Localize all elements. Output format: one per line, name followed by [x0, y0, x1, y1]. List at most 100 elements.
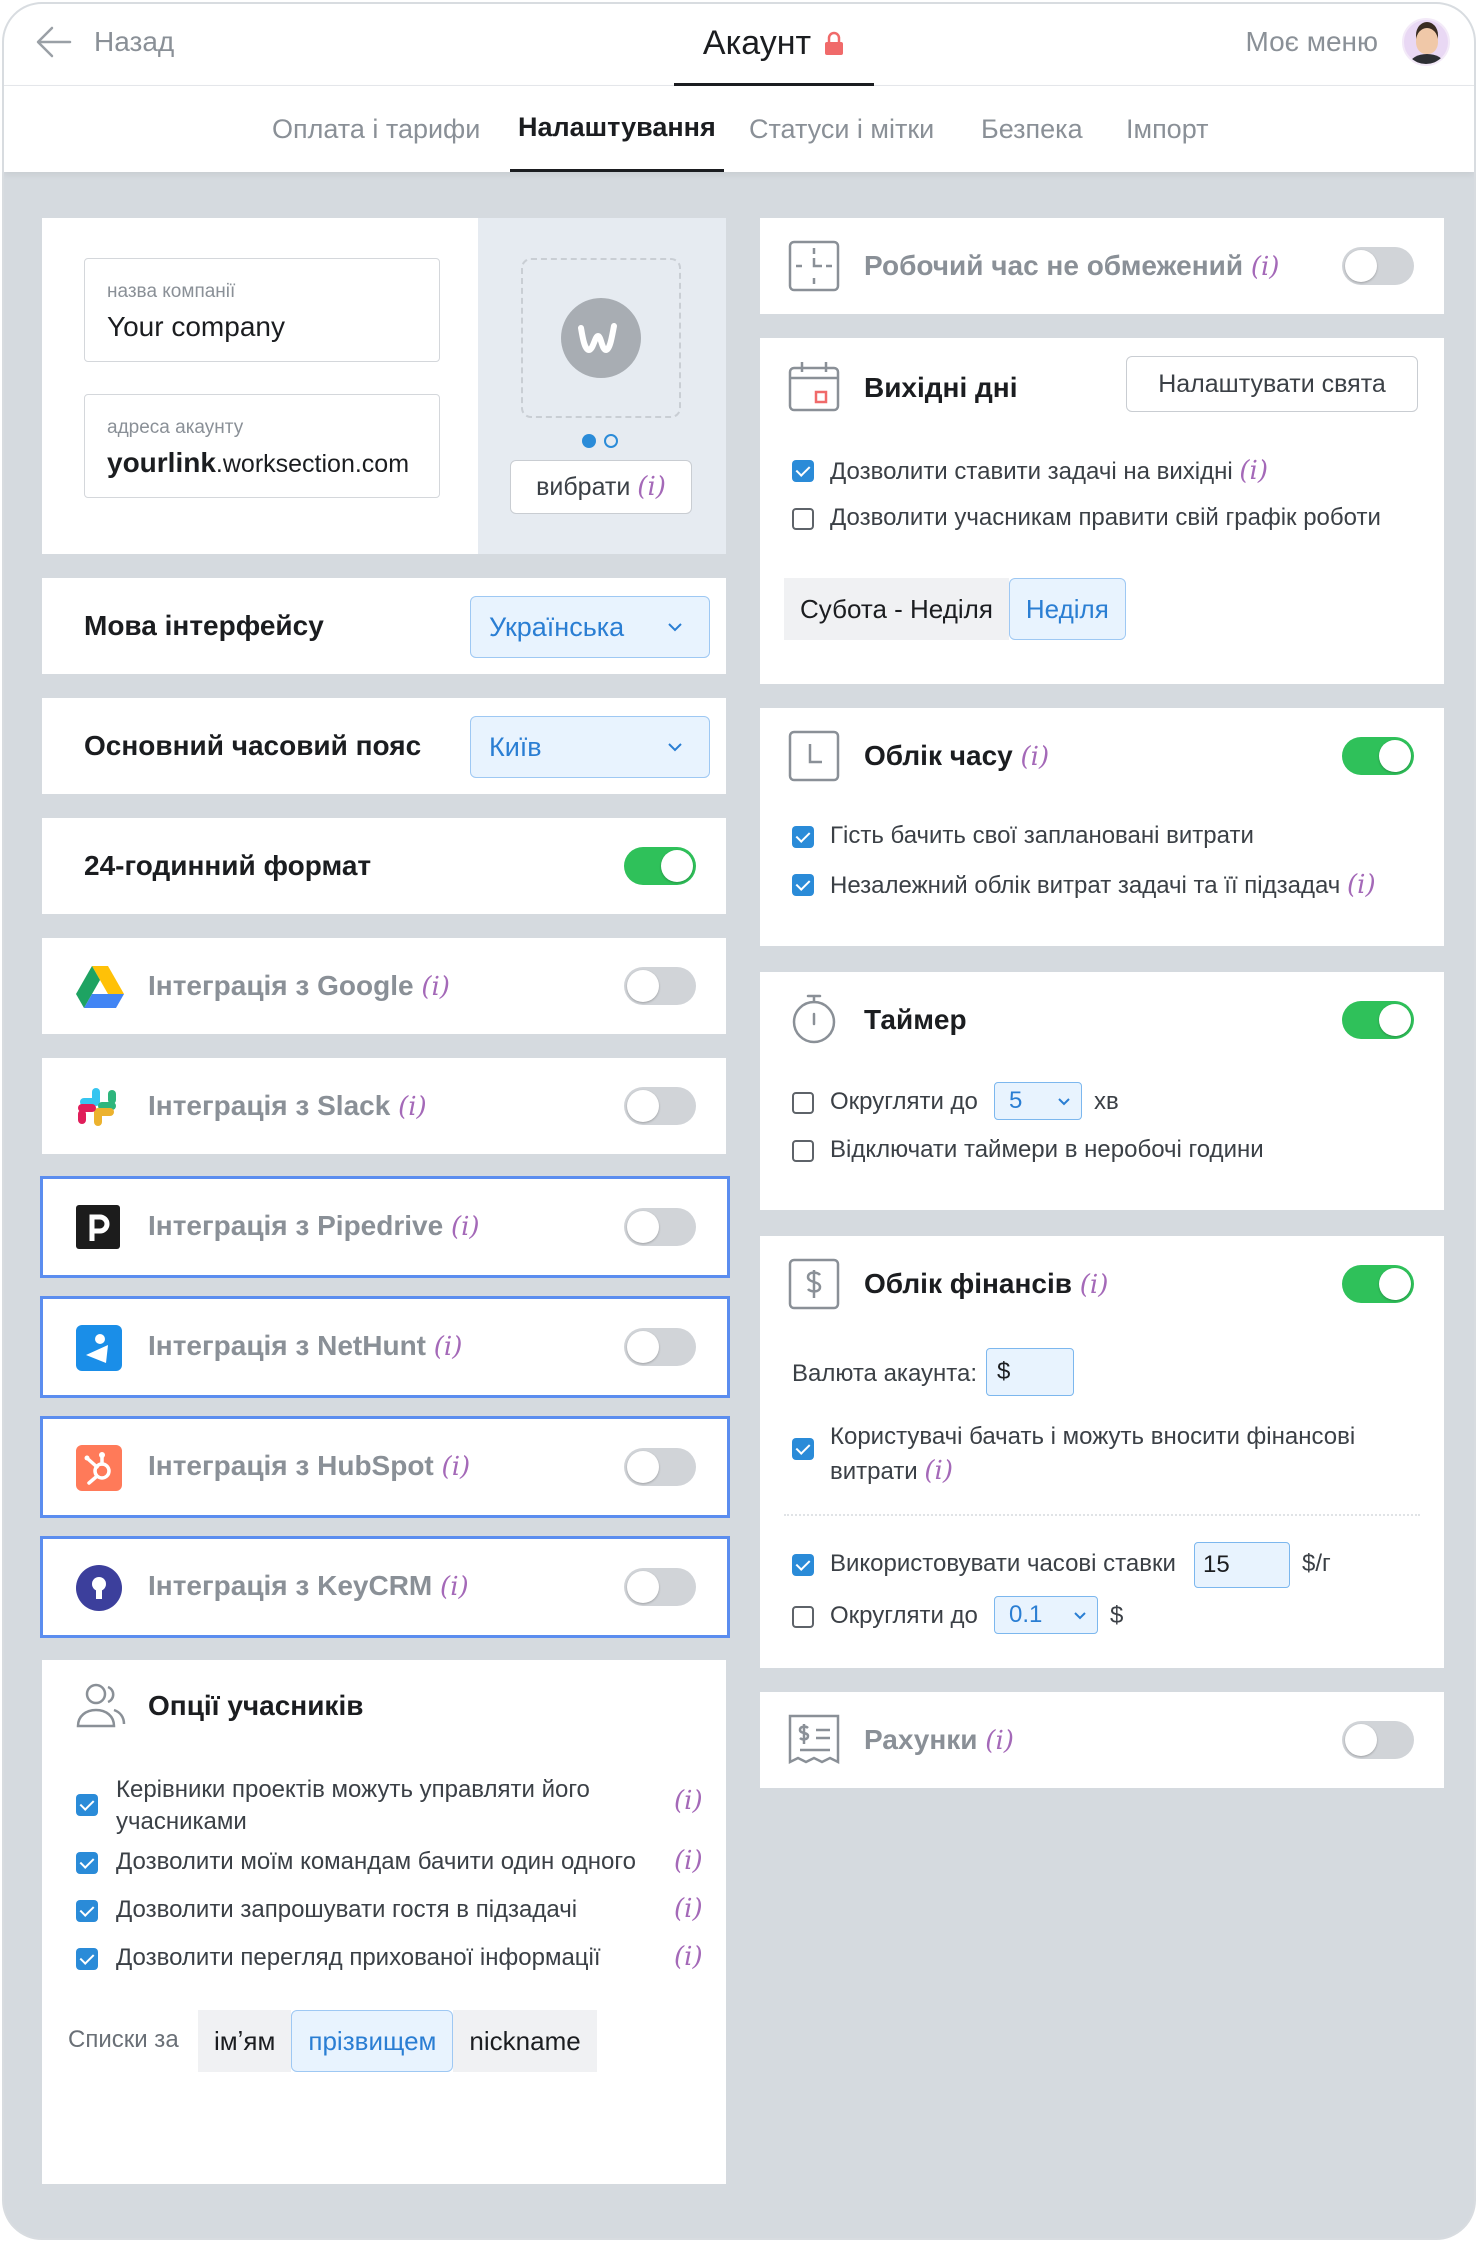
currency-input[interactable]: $ [986, 1348, 1074, 1396]
language-card: Мова інтерфейсу Українська [42, 578, 726, 674]
integration-label: Інтеграція з Slack (i) [148, 1090, 427, 1122]
company-name-field[interactable]: назва компанії Your company [84, 258, 440, 362]
weekend-sat-sun[interactable]: Субота - Неділя [784, 578, 1009, 640]
language-select[interactable]: Українська [470, 596, 710, 658]
weekend-option-text: Дозволити учасникам правити свій графік … [830, 504, 1381, 531]
finance-round-checkbox[interactable] [792, 1606, 814, 1628]
account-address-field[interactable]: адреса акаунту yourlink.worksection.com [84, 394, 440, 498]
weekend-option-checkbox[interactable] [792, 460, 814, 482]
tab-import[interactable]: Імпорт [1126, 86, 1209, 172]
hourly-rates-label: Використовувати часові ставки [830, 1550, 1176, 1577]
weekends-label: Вихідні дні [864, 372, 1018, 403]
choose-logo-button[interactable]: вибрати (i) [510, 460, 692, 514]
time-tracking-option-checkbox[interactable] [792, 874, 814, 896]
time-tracking-label: Облік часу (i) [864, 740, 1050, 772]
hourly-rate-value: 15 [1203, 1551, 1230, 1578]
format24-label: 24-годинний формат [84, 850, 372, 881]
my-menu-button[interactable]: Моє меню [1245, 18, 1450, 66]
info-icon[interactable]: (i) [440, 1572, 469, 1602]
member-option-checkbox[interactable] [76, 1948, 98, 1970]
pipedrive-icon [76, 1205, 120, 1249]
invoices-card: Рахунки (i) [760, 1692, 1444, 1788]
timer-toggle[interactable] [1342, 1001, 1414, 1039]
sort-by-surname[interactable]: прізвищем [291, 2010, 454, 2072]
tab-settings[interactable]: Налаштування [510, 86, 724, 172]
top-bar: Назад Акаунт Моє меню [4, 4, 1474, 86]
weekend-sun[interactable]: Неділя [1008, 578, 1126, 640]
my-menu-label: Моє меню [1245, 26, 1378, 57]
info-icon[interactable]: (i) [674, 1894, 703, 1924]
chevron-down-icon [1074, 1612, 1086, 1620]
members-card: Опції учасників Керівники проектів можут… [42, 1660, 726, 2184]
timezone-select[interactable]: Київ [470, 716, 710, 778]
finance-users-checkbox[interactable] [792, 1438, 814, 1460]
timer-round-checkbox[interactable] [792, 1092, 814, 1114]
back-button[interactable]: Назад [34, 22, 174, 62]
carousel-dot[interactable] [604, 434, 618, 448]
weekend-option-checkbox[interactable] [792, 508, 814, 530]
invoice-icon [788, 1714, 840, 1765]
work-time-toggle[interactable] [1342, 247, 1414, 285]
work-hours-icon [788, 240, 840, 292]
integration-pipedrive-toggle[interactable] [624, 1208, 696, 1246]
logo-dropzone[interactable] [521, 258, 681, 418]
sort-by-nickname[interactable]: nickname [453, 2010, 597, 2072]
avatar[interactable] [1402, 18, 1450, 66]
info-icon[interactable]: (i) [442, 1452, 471, 1482]
integration-google-toggle[interactable] [624, 967, 696, 1005]
work-time-label: Робочий час не обмежений (i) [864, 250, 1280, 282]
info-icon[interactable]: (i) [1239, 456, 1268, 486]
info-icon[interactable]: (i) [398, 1092, 427, 1122]
hourly-rate-input[interactable]: 15 [1194, 1542, 1290, 1588]
dollar-icon [788, 1258, 840, 1310]
hourly-rates-checkbox[interactable] [792, 1554, 814, 1576]
timer-disable-checkbox[interactable] [792, 1140, 814, 1162]
member-option-text: Дозволити моїм командам бачити один одно… [116, 1848, 636, 1875]
finance-round-select[interactable]: 0.1 [994, 1596, 1098, 1634]
integration-keycrm-toggle[interactable] [624, 1568, 696, 1606]
info-icon[interactable]: (i) [637, 472, 666, 502]
member-option-checkbox[interactable] [76, 1852, 98, 1874]
weekend-days-segmented-control: Субота - Неділя Неділя [784, 578, 1126, 640]
timer-card: Таймер Округляти до 5 хв Відключати тайм… [760, 972, 1444, 1210]
account-address-label: адреса акаунту [107, 417, 244, 438]
time-tracking-card: Облік часу (i) Гість бачить свої заплано… [760, 708, 1444, 946]
info-icon[interactable]: (i) [985, 1726, 1014, 1756]
invoices-label: Рахунки (i) [864, 1724, 1014, 1756]
tab-statuses[interactable]: Статуси і мітки [749, 86, 934, 172]
time-tracking-icon [788, 730, 840, 782]
timer-round-value: 5 [1009, 1087, 1023, 1114]
configure-holidays-button[interactable]: Налаштувати свята [1126, 356, 1418, 412]
finance-toggle[interactable] [1342, 1265, 1414, 1303]
integration-hubspot-toggle[interactable] [624, 1448, 696, 1486]
tab-billing[interactable]: Оплата і тарифи [272, 86, 480, 172]
integration-hubspot-card: Інтеграція з HubSpot (i) [40, 1416, 730, 1518]
sort-by-name[interactable]: імʼям [198, 2010, 292, 2072]
lists-label: Списки за [68, 2026, 179, 2053]
timer-round-select[interactable]: 5 [994, 1082, 1082, 1120]
member-option-checkbox[interactable] [76, 1794, 98, 1816]
info-icon[interactable]: (i) [1080, 1270, 1109, 1300]
info-icon[interactable]: (i) [1021, 742, 1050, 772]
time-tracking-toggle[interactable] [1342, 737, 1414, 775]
info-icon[interactable]: (i) [924, 1456, 953, 1486]
integration-slack-toggle[interactable] [624, 1087, 696, 1125]
invoices-toggle[interactable] [1342, 1721, 1414, 1759]
member-option-text: Дозволити запрошувати гостя в підзадачі [116, 1896, 578, 1923]
info-icon[interactable]: (i) [674, 1786, 703, 1816]
info-icon[interactable]: (i) [434, 1332, 463, 1362]
info-icon[interactable]: (i) [1251, 252, 1280, 282]
info-icon[interactable]: (i) [421, 972, 450, 1002]
integration-nethunt-toggle[interactable] [624, 1328, 696, 1366]
info-icon[interactable]: (i) [1347, 870, 1376, 900]
member-option-checkbox[interactable] [76, 1900, 98, 1922]
carousel-dot-active[interactable] [582, 434, 596, 448]
tab-security[interactable]: Безпека [981, 86, 1083, 172]
info-icon[interactable]: (i) [451, 1212, 480, 1242]
format24-toggle[interactable] [624, 847, 696, 885]
info-icon[interactable]: (i) [674, 1846, 703, 1876]
time-tracking-option-checkbox[interactable] [792, 826, 814, 848]
info-icon[interactable]: (i) [674, 1942, 703, 1972]
sort-segmented-control: імʼям прізвищем nickname [198, 2010, 597, 2072]
timezone-value: Київ [489, 731, 542, 762]
